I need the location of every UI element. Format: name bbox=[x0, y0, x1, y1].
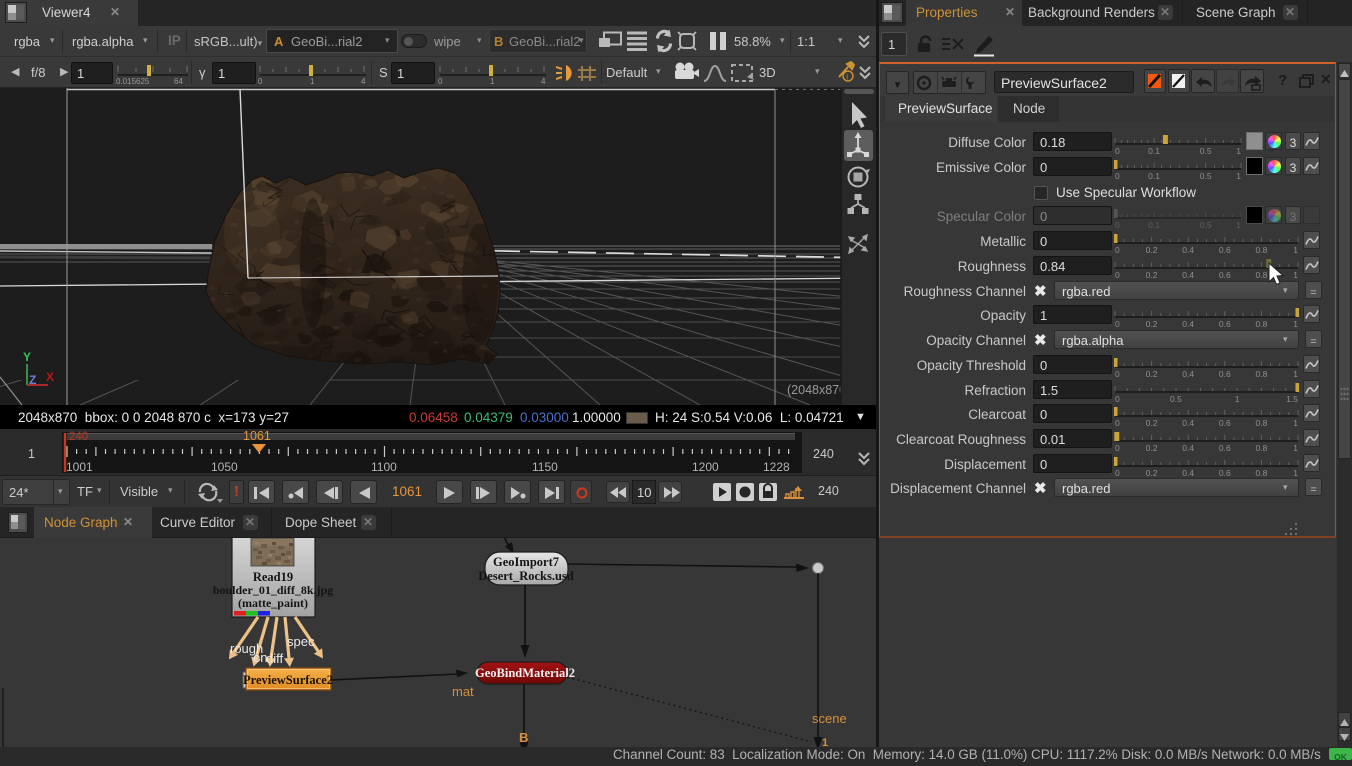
svg-text:Desert_Rocks.usd: Desert_Rocks.usd bbox=[478, 569, 574, 583]
svg-text:0.2: 0.2 bbox=[1146, 443, 1158, 452]
svg-text:0.5: 0.5 bbox=[1200, 220, 1212, 229]
svg-text:i: i bbox=[846, 73, 848, 82]
svg-text:Z: Z bbox=[29, 373, 36, 387]
svg-text:0: 0 bbox=[258, 77, 263, 86]
svg-text:0: 0 bbox=[1115, 319, 1120, 328]
svg-text:0.1: 0.1 bbox=[1148, 171, 1160, 180]
svg-text:X: X bbox=[46, 370, 54, 384]
svg-text:0: 0 bbox=[1115, 443, 1120, 452]
svg-text:B: B bbox=[519, 730, 528, 745]
svg-text:0.6: 0.6 bbox=[1219, 369, 1231, 378]
svg-text:0.4: 0.4 bbox=[1182, 319, 1194, 328]
svg-text:scene: scene bbox=[812, 711, 847, 726]
svg-text:1: 1 bbox=[1236, 220, 1241, 229]
svg-text:0.4: 0.4 bbox=[1182, 369, 1194, 378]
svg-text:(matte_paint): (matte_paint) bbox=[238, 596, 308, 610]
svg-text:diff: diff bbox=[266, 651, 283, 666]
svg-text:4: 4 bbox=[361, 77, 366, 86]
svg-text:0: 0 bbox=[1115, 245, 1120, 254]
svg-text:Read19: Read19 bbox=[253, 570, 293, 584]
svg-text:0.4: 0.4 bbox=[1182, 270, 1194, 279]
svg-text:0.8: 0.8 bbox=[1255, 443, 1267, 452]
svg-text:0.2: 0.2 bbox=[1146, 468, 1158, 477]
svg-text:0.1: 0.1 bbox=[1148, 146, 1160, 155]
svg-text:0.4: 0.4 bbox=[1182, 245, 1194, 254]
svg-text:0.015625: 0.015625 bbox=[116, 77, 150, 86]
svg-text:mat: mat bbox=[452, 684, 474, 699]
svg-text:0: 0 bbox=[1115, 171, 1120, 180]
svg-text:0.6: 0.6 bbox=[1219, 443, 1231, 452]
svg-text:0.2: 0.2 bbox=[1146, 245, 1158, 254]
svg-text:1: 1 bbox=[1293, 270, 1298, 279]
svg-text:1: 1 bbox=[1293, 319, 1298, 328]
svg-text:0.8: 0.8 bbox=[1255, 418, 1267, 427]
svg-text:1: 1 bbox=[1236, 171, 1241, 180]
svg-text:GeoImport7: GeoImport7 bbox=[493, 555, 559, 569]
svg-text:0.8: 0.8 bbox=[1255, 319, 1267, 328]
svg-text:0.8: 0.8 bbox=[1255, 468, 1267, 477]
svg-text:0.2: 0.2 bbox=[1146, 369, 1158, 378]
svg-text:1: 1 bbox=[310, 77, 315, 86]
svg-text:0.4: 0.4 bbox=[1182, 443, 1194, 452]
svg-text:0: 0 bbox=[1115, 369, 1120, 378]
svg-text:0: 0 bbox=[1115, 220, 1120, 229]
svg-text:0: 0 bbox=[1115, 394, 1120, 403]
svg-text:0: 0 bbox=[438, 77, 443, 86]
svg-text:0.2: 0.2 bbox=[1146, 319, 1158, 328]
svg-text:Y: Y bbox=[23, 350, 31, 364]
svg-text:1: 1 bbox=[1235, 394, 1240, 403]
svg-text:spec: spec bbox=[287, 634, 315, 649]
svg-text:0.5: 0.5 bbox=[1170, 394, 1182, 403]
svg-text:boulder_01_diff_8k.jpg: boulder_01_diff_8k.jpg bbox=[213, 583, 333, 597]
svg-text:0.6: 0.6 bbox=[1219, 245, 1231, 254]
svg-text:1: 1 bbox=[1293, 468, 1298, 477]
svg-text:1: 1 bbox=[822, 737, 828, 747]
svg-text:0: 0 bbox=[1115, 468, 1120, 477]
svg-text:64: 64 bbox=[174, 77, 183, 86]
svg-text:0.5: 0.5 bbox=[1200, 171, 1212, 180]
svg-text:0.6: 0.6 bbox=[1219, 418, 1231, 427]
svg-text:1: 1 bbox=[1236, 146, 1241, 155]
svg-text:1: 1 bbox=[1293, 443, 1298, 452]
svg-text:0.6: 0.6 bbox=[1219, 319, 1231, 328]
svg-text:0.1: 0.1 bbox=[1148, 220, 1160, 229]
svg-text:1: 1 bbox=[490, 77, 495, 86]
svg-text:1: 1 bbox=[1293, 369, 1298, 378]
svg-text:PreviewSurface2: PreviewSurface2 bbox=[243, 673, 333, 687]
svg-text:GeoBindMaterial2: GeoBindMaterial2 bbox=[475, 666, 575, 680]
svg-text:1.5: 1.5 bbox=[1286, 394, 1298, 403]
svg-text:0: 0 bbox=[1115, 146, 1120, 155]
svg-text:0.6: 0.6 bbox=[1219, 270, 1231, 279]
svg-text:0.8: 0.8 bbox=[1255, 245, 1267, 254]
svg-text:(2048x870: (2048x870 bbox=[787, 383, 846, 397]
svg-text:0.4: 0.4 bbox=[1182, 468, 1194, 477]
svg-text:1: 1 bbox=[1293, 245, 1298, 254]
svg-text:4: 4 bbox=[541, 77, 546, 86]
svg-text:0: 0 bbox=[1115, 270, 1120, 279]
svg-text:0.2: 0.2 bbox=[1146, 418, 1158, 427]
svg-text:0.2: 0.2 bbox=[1146, 270, 1158, 279]
svg-text:0: 0 bbox=[1115, 418, 1120, 427]
svg-text:0.4: 0.4 bbox=[1182, 418, 1194, 427]
svg-text:1: 1 bbox=[1293, 418, 1298, 427]
svg-text:0.5: 0.5 bbox=[1200, 146, 1212, 155]
svg-text:0.8: 0.8 bbox=[1255, 369, 1267, 378]
svg-text:0.6: 0.6 bbox=[1219, 468, 1231, 477]
